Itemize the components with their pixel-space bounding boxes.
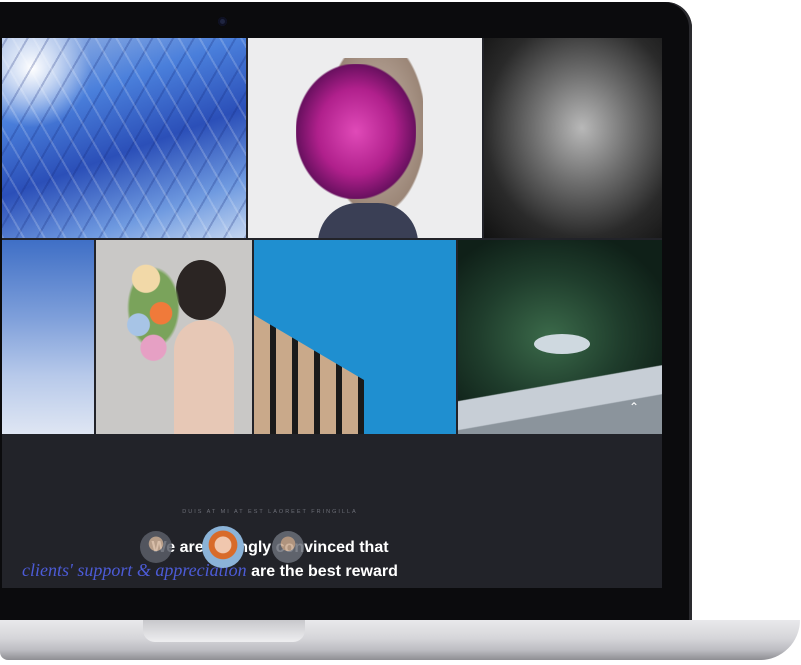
- laptop-notch: [143, 620, 305, 642]
- gallery-image-building-facade[interactable]: [2, 38, 246, 238]
- camera-icon: [218, 17, 227, 26]
- screen: ⌃ DUIS AT MI AT EST LAOREET FRINGILLA We…: [2, 38, 662, 588]
- testimonials-section: DUIS AT MI AT EST LAOREET FRINGILLA We a…: [2, 434, 662, 588]
- avatar[interactable]: [140, 531, 172, 563]
- chevron-up-icon[interactable]: ⌃: [629, 400, 639, 414]
- headline-rest: are the best reward: [246, 563, 398, 580]
- section-eyebrow: DUIS AT MI AT EST LAOREET FRINGILLA: [182, 509, 358, 515]
- laptop-base: [0, 620, 800, 660]
- gallery-image-wet-face-portrait[interactable]: [484, 38, 662, 238]
- section-headline-line1: We are strongly convinced that: [151, 539, 389, 556]
- gallery-image-flower-portrait[interactable]: [248, 38, 482, 238]
- avatar-active[interactable]: [202, 526, 244, 568]
- gallery-image-sky[interactable]: [2, 240, 94, 434]
- avatar[interactable]: [272, 531, 304, 563]
- section-headline-line2: clients' support & appreciation are the …: [22, 559, 542, 583]
- gallery-image-architecture-blue[interactable]: [254, 240, 456, 434]
- gallery-image-floral-head[interactable]: [96, 240, 252, 434]
